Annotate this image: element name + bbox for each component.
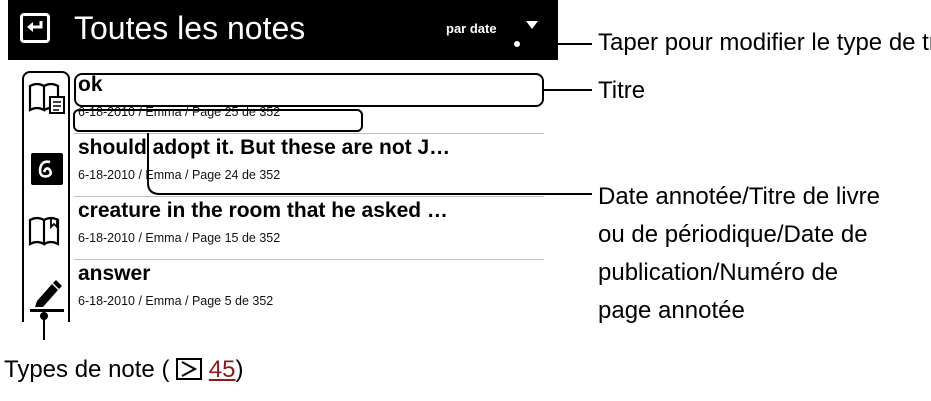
callout-types-prefix: Types de note ( bbox=[4, 356, 170, 383]
callout-info-line-4: page annotée bbox=[598, 297, 745, 324]
page-reference-link[interactable]: 45 bbox=[209, 356, 236, 383]
callout-info-line-2: ou de périodique/Date de bbox=[598, 221, 868, 248]
callout-info-line-1: Date annotée/Titre de livre bbox=[598, 183, 880, 210]
callout-sort: Taper pour modifier le type de tri bbox=[598, 29, 931, 56]
callout-types-suffix: ) bbox=[235, 356, 244, 383]
callout-title: Titre bbox=[598, 77, 646, 104]
callout-note-types: Types de note ( 45) bbox=[4, 353, 243, 387]
callout-info-line-3: publication/Numéro de bbox=[598, 259, 839, 286]
page-reference-icon bbox=[176, 358, 203, 380]
